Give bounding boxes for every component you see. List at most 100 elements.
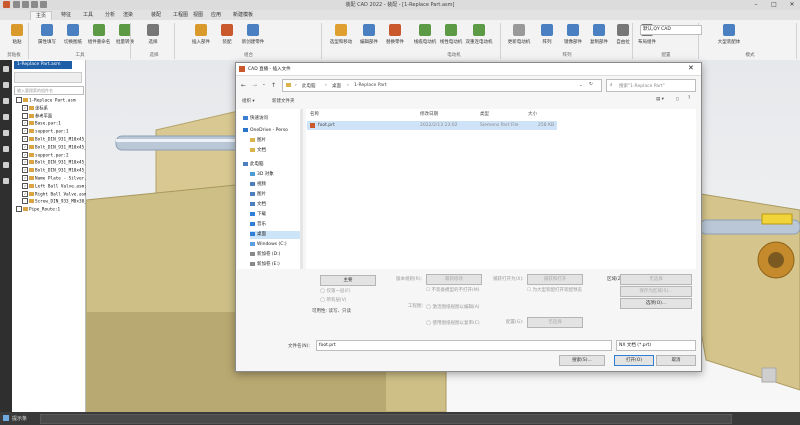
relations-icon[interactable] [3, 146, 9, 152]
view-options-icon[interactable]: ▤ ▾ [656, 97, 664, 102]
redo-icon[interactable] [31, 1, 38, 8]
main-button[interactable]: 主要 [320, 275, 376, 286]
tree-item[interactable]: ✓ Left Ball Valve.asm:1 [22, 182, 89, 189]
sidebar-item-9[interactable]: 下载 [250, 211, 266, 219]
sensor-icon[interactable] [3, 162, 9, 168]
menu-5[interactable]: 装配 [146, 11, 166, 19]
ribbon-button-14[interactable]: 双重连电动机 [464, 24, 494, 52]
address-bar[interactable]: › 此电脑 › 桌面 › 1-Replace Part ⌄ ↻ [282, 79, 602, 92]
sidebar-scrollbar[interactable] [300, 109, 303, 269]
tree-checkbox[interactable] [22, 112, 28, 119]
tree-checkbox[interactable]: ✓ [22, 128, 28, 135]
breadcrumb-1[interactable]: 桌面 [332, 83, 341, 89]
menu-3[interactable]: 分析 [100, 11, 120, 19]
menu-4[interactable]: 渲染 [118, 11, 138, 19]
navigator-search-input[interactable]: 输入要搜索的组件名 [14, 86, 84, 95]
sidebar-item-14[interactable]: 新加卷 (E:) [250, 261, 280, 269]
maximize-button[interactable]: □ [766, 0, 782, 10]
print-icon[interactable] [40, 1, 47, 8]
ribbon-button-8[interactable]: 新创建零件 [238, 24, 268, 52]
tree-checkbox[interactable]: ✓ [22, 159, 28, 166]
tree-item[interactable]: ✓ 坐标系 [22, 104, 48, 111]
back-arrow-icon[interactable]: ← [241, 82, 246, 89]
sidebar-item-12[interactable]: Windows (C:) [250, 241, 287, 249]
tree-checkbox[interactable]: ✓ [22, 120, 28, 127]
preview-pane-icon[interactable]: ▯ [676, 97, 678, 102]
tree-checkbox[interactable]: ✓ [22, 167, 28, 174]
zone-select[interactable]: 无选择 [620, 274, 692, 285]
tree-item[interactable]: Pipe_Route:1 [16, 206, 60, 213]
file-row[interactable]: foot.prt 2022/2/13 23:02 Siemens Part Fi… [307, 121, 557, 130]
tree-checkbox[interactable]: ✓ [22, 104, 28, 111]
tree-item[interactable]: 1-Replace Part.asm [16, 97, 76, 104]
breadcrumb-2[interactable]: 1-Replace Part [354, 83, 387, 88]
tree-checkbox[interactable]: ✓ [22, 151, 28, 158]
up-arrow-icon[interactable]: ↑ [271, 82, 276, 89]
ribbon-button-13[interactable]: 线性电动机 [436, 24, 466, 52]
open-button[interactable]: 打开(O) [614, 355, 654, 366]
only-first-radio[interactable]: ◯ 仅第一层(F) [320, 288, 351, 294]
config-select[interactable]: 无选择 [527, 317, 583, 328]
save-icon[interactable] [13, 1, 20, 8]
ribbon-button-11[interactable]: 替换零件 [380, 24, 410, 52]
capture-select[interactable]: 捕获和打开 [527, 274, 583, 285]
close-button[interactable]: ✕ [784, 0, 800, 10]
column-name[interactable]: 名称 [310, 111, 319, 117]
menu-8[interactable]: 应用 [206, 11, 226, 19]
library-icon[interactable] [3, 98, 9, 104]
large-preview-checkbox[interactable]: ☐ 为大型装配打开装配预览 [527, 287, 582, 293]
menu-7[interactable]: 视图 [188, 11, 208, 19]
menu-9[interactable]: 新建模板 [228, 11, 258, 19]
tree-item[interactable]: ✓ support.par:1 [22, 128, 69, 135]
tree-checkbox[interactable] [22, 198, 28, 205]
sidebar-item-0[interactable]: 快速访问 [243, 115, 268, 123]
ribbon-button-5[interactable]: 选择 [138, 24, 168, 52]
ribbon-button-15[interactable]: 更新电动机 [504, 24, 534, 52]
tree-checkbox[interactable]: ✓ [22, 190, 28, 197]
edit-view-radio[interactable]: ◯ 激活图纸视图以编辑(A) [426, 304, 480, 310]
dropdown-icon[interactable]: ⌄ [579, 83, 583, 88]
cancel-button[interactable]: 取消 [656, 355, 696, 366]
navigator-tab[interactable]: 1-Replace Part.asm [14, 61, 72, 69]
version-rule-select[interactable]: 最新修改 [426, 274, 482, 285]
search-icon[interactable] [3, 130, 9, 136]
sidebar-item-2[interactable]: 图片 [250, 137, 266, 145]
sidebar-item-7[interactable]: 图片 [250, 191, 266, 199]
command-input[interactable] [40, 414, 732, 424]
sidebar-item-3[interactable]: 文档 [250, 147, 266, 155]
tree-checkbox[interactable] [16, 97, 22, 103]
history-icon[interactable] [3, 178, 9, 184]
sidebar-item-4[interactable]: 此电脑 [243, 161, 264, 169]
sidebar-item-10[interactable]: 音乐 [250, 221, 266, 229]
sidebar-item-6[interactable]: 视频 [250, 181, 266, 189]
tree-item[interactable]: ✓ Base.par:1 [22, 120, 61, 127]
help-icon[interactable]: ? [688, 96, 690, 101]
save-zone-button[interactable]: 保存为区域(S)... [620, 286, 692, 297]
refresh-icon[interactable]: ↻ [589, 82, 593, 87]
layers-icon[interactable] [3, 82, 9, 88]
app-logo-icon[interactable] [3, 1, 10, 8]
sidebar-item-1[interactable]: OneDrive - Perso [243, 127, 288, 135]
menu-1[interactable]: 特征 [56, 11, 76, 19]
menu-2[interactable]: 工具 [78, 11, 98, 19]
column-size[interactable]: 大小 [528, 111, 537, 117]
properties-icon[interactable] [3, 114, 9, 120]
sidebar-item-11[interactable]: 桌面 [250, 231, 300, 239]
pathfinder-icon[interactable] [3, 66, 9, 72]
all-levels-radio[interactable]: ◯ 所有层(V) [320, 297, 347, 303]
tree-checkbox[interactable]: ✓ [22, 175, 28, 181]
review-view-radio[interactable]: ◯ 使用图纸视图以复审(C) [426, 320, 480, 326]
organize-button[interactable]: 组织 ▾ [242, 98, 255, 104]
config-dropdown[interactable]: 默认,QY CAD [640, 25, 702, 35]
options-button[interactable]: 选项(O)... [620, 298, 692, 309]
menu-0[interactable]: 主页 [30, 11, 53, 20]
dialog-close-icon[interactable]: ✕ [688, 64, 694, 72]
ribbon-button-21[interactable]: 大型装配体 [714, 24, 744, 52]
tree-checkbox[interactable]: ✓ [22, 143, 28, 150]
chevron-down-icon[interactable]: ⌄ [262, 82, 266, 87]
column-type[interactable]: 类型 [480, 111, 489, 117]
folder-search-input[interactable]: ⌕ 搜索"1-Replace Part" [606, 79, 696, 92]
filetype-select[interactable]: NX 文档 (*.prt) [616, 340, 696, 351]
new-folder-button[interactable]: 新建文件夹 [272, 98, 295, 104]
minimize-button[interactable]: – [748, 0, 764, 10]
